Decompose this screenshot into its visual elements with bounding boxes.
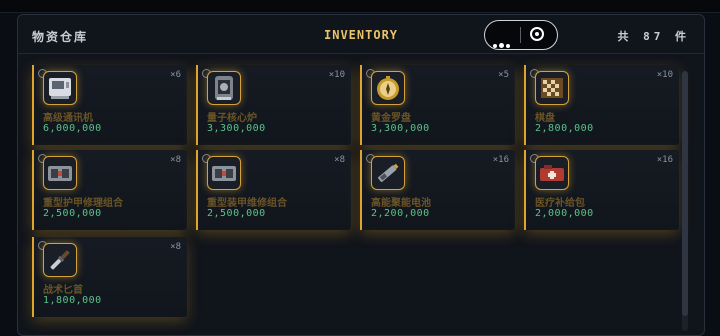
reactor-icon	[207, 71, 241, 105]
knife-icon	[43, 243, 77, 277]
item-price: 2,200,000	[371, 208, 430, 219]
item-price: 2,500,000	[207, 208, 266, 219]
inventory-panel: 物资仓库 INVENTORY 共 87 件 ×6 高级通讯机 6,000,000 ×1…	[17, 14, 705, 336]
armor-kit-icon	[43, 156, 77, 190]
inventory-item-card[interactable]: ×8 战术匕首 1,800,000	[32, 237, 187, 317]
top-bar	[0, 0, 720, 13]
card-accent-bar	[360, 150, 362, 230]
item-price: 3,300,000	[371, 123, 430, 134]
card-accent-bar	[524, 150, 526, 230]
item-name: 棋盘	[535, 113, 555, 124]
item-name: 黄金罗盘	[371, 113, 411, 124]
item-quantity: ×8	[334, 155, 345, 165]
card-accent-bar	[360, 65, 362, 145]
panel-header: 物资仓库 INVENTORY 共 87 件	[18, 15, 704, 55]
item-name: 高级通讯机	[43, 113, 93, 124]
item-quantity: ×5	[498, 70, 509, 80]
scrollbar-thumb[interactable]	[682, 71, 688, 316]
item-price: 3,300,000	[207, 123, 266, 134]
inventory-item-card[interactable]: ×8 重型护甲修理组合 2,500,000	[32, 150, 187, 230]
warehouse-label: 物资仓库	[32, 30, 89, 44]
chess-board-icon	[535, 71, 569, 105]
miniprogram-capsule	[484, 20, 558, 50]
card-accent-bar	[196, 150, 198, 230]
item-quantity: ×8	[170, 242, 181, 252]
item-price: 6,000,000	[43, 123, 102, 134]
item-price: 2,500,000	[43, 208, 102, 219]
item-quantity: ×10	[328, 70, 345, 80]
record-icon	[530, 27, 544, 41]
inventory-item-card[interactable]: ×6 高级通讯机 6,000,000	[32, 65, 187, 145]
close-miniprogram-button[interactable]	[521, 21, 556, 49]
item-name: 战术匕首	[43, 285, 83, 296]
item-quantity: ×6	[170, 70, 181, 80]
card-accent-bar	[32, 150, 34, 230]
inventory-item-card[interactable]: ×8 重型装甲维修组合 2,500,000	[196, 150, 351, 230]
item-name: 医疗补给包	[535, 198, 585, 209]
device-icon	[43, 71, 77, 105]
inventory-item-card[interactable]: ×16 高能聚能电池 2,200,000	[360, 150, 515, 230]
header-divider	[18, 53, 704, 54]
card-accent-bar	[196, 65, 198, 145]
more-dots-icon	[493, 33, 512, 52]
more-menu-button[interactable]	[485, 21, 520, 49]
inventory-item-card[interactable]: ×10 量子核心炉 3,300,000	[196, 65, 351, 145]
card-accent-bar	[32, 65, 34, 145]
inventory-item-card[interactable]: ×10 棋盘 2,800,000	[524, 65, 679, 145]
item-price: 2,800,000	[535, 123, 594, 134]
item-name: 重型护甲修理组合	[43, 198, 123, 209]
medkit-icon	[535, 156, 569, 190]
inventory-item-card[interactable]: ×16 医疗补给包 2,000,000	[524, 150, 679, 230]
item-name: 高能聚能电池	[371, 198, 431, 209]
item-quantity: ×10	[656, 70, 673, 80]
page-title: INVENTORY	[324, 28, 399, 42]
item-quantity: ×16	[656, 155, 673, 165]
compass-icon	[371, 71, 405, 105]
item-quantity: ×16	[492, 155, 509, 165]
battery-icon	[371, 156, 405, 190]
item-quantity: ×8	[170, 155, 181, 165]
item-price: 2,000,000	[535, 208, 594, 219]
item-name: 重型装甲维修组合	[207, 198, 287, 209]
item-name: 量子核心炉	[207, 113, 257, 124]
item-count: 共 87 件	[617, 30, 690, 43]
card-accent-bar	[524, 65, 526, 145]
item-price: 1,800,000	[43, 295, 102, 306]
inventory-item-card[interactable]: ×5 黄金罗盘 3,300,000	[360, 65, 515, 145]
armor-kit-icon	[207, 156, 241, 190]
card-accent-bar	[32, 237, 34, 317]
